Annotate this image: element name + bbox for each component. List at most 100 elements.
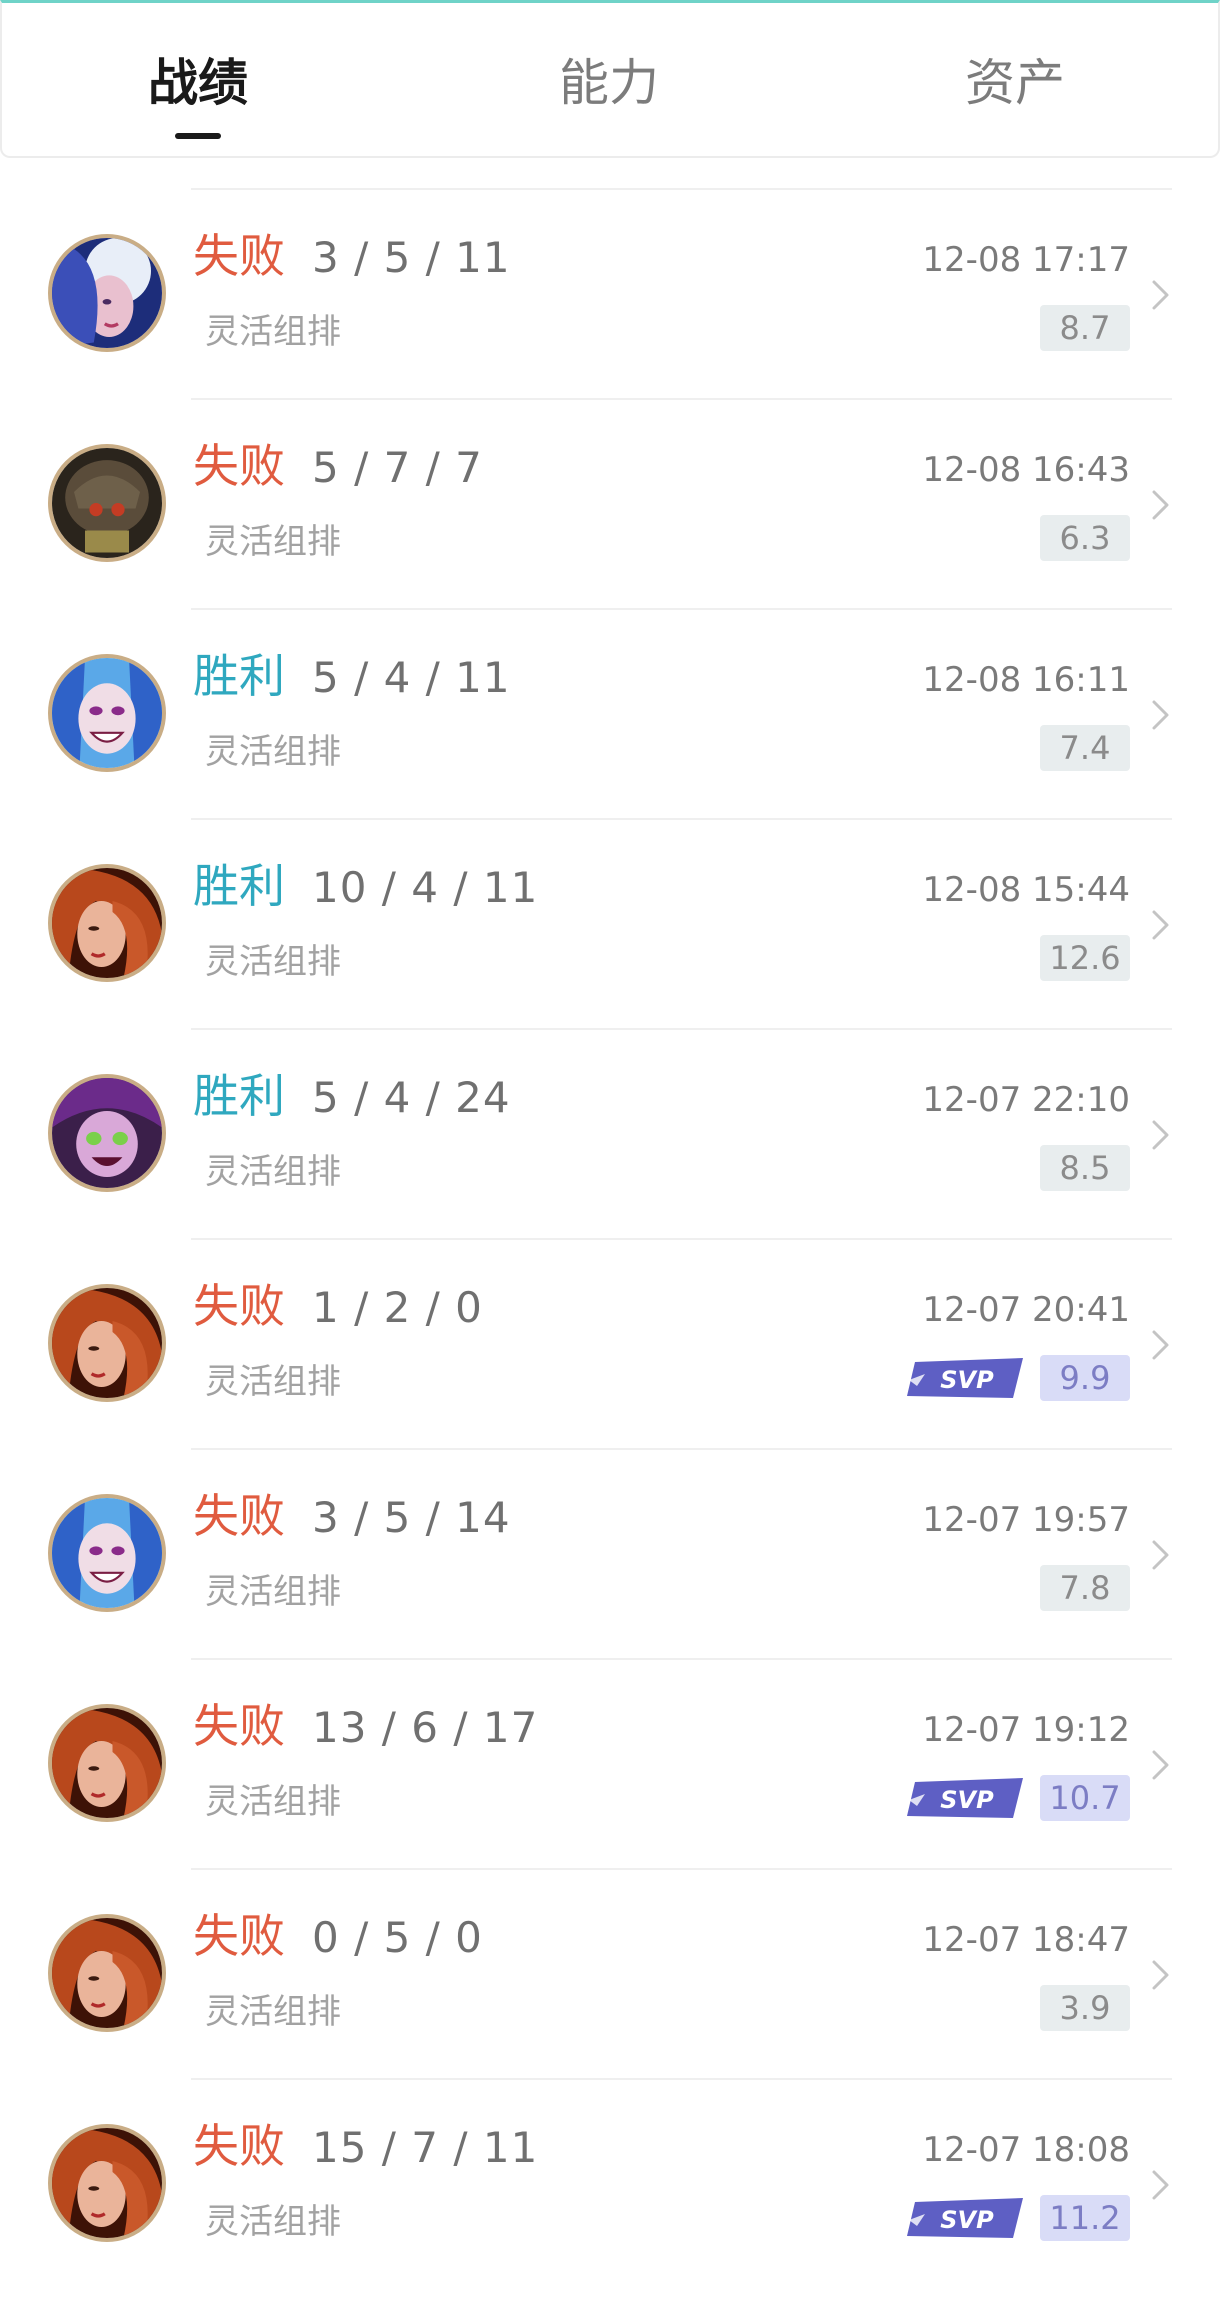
chevron-right-icon [1152, 1960, 1169, 1990]
kda-stats: 3 / 5 / 14 [312, 1493, 511, 1542]
match-score: 8.7 [1040, 305, 1130, 351]
tab-ability-label: 能力 [559, 54, 659, 112]
queue-mode: 灵活组排 [205, 1152, 341, 1192]
queue-mode: 灵活组排 [205, 1782, 341, 1822]
match-row[interactable]: 失败 5 / 7 / 7 灵活组排 12-08 16:43 6.3 [0, 398, 1220, 608]
tab-assets-label: 资产 [965, 54, 1065, 112]
miss-fortune-avatar-icon [52, 1918, 162, 2028]
match-row[interactable]: 失败 1 / 2 / 0 灵活组排 12-07 20:41 9.9 SVP [0, 1238, 1220, 1448]
queue-mode: 灵活组排 [205, 942, 341, 982]
match-result: 胜利 [193, 1069, 285, 1123]
row-divider [191, 188, 1172, 190]
match-result: 胜利 [193, 859, 285, 913]
match-result: 失败 [193, 1699, 285, 1753]
match-score: 8.5 [1040, 1145, 1130, 1191]
champion-avatar [48, 234, 166, 352]
jinx-avatar-icon [52, 658, 162, 768]
queue-mode: 灵活组排 [205, 312, 341, 352]
jinx-avatar-icon [52, 1498, 162, 1608]
chevron-right-icon [1152, 700, 1169, 730]
row-divider [191, 1868, 1172, 1870]
queue-mode: 灵活组排 [205, 2202, 341, 2242]
match-time: 12-08 16:43 [922, 450, 1130, 490]
champion-avatar [48, 1914, 166, 2032]
match-time: 12-08 16:11 [922, 660, 1130, 700]
tab-bar: 战绩 能力 资产 [0, 0, 1220, 158]
champion-avatar [48, 444, 166, 562]
match-time: 12-07 18:47 [922, 1920, 1130, 1960]
kda-stats: 15 / 7 / 11 [312, 2123, 539, 2172]
tab-record[interactable]: 战绩 [68, 43, 328, 139]
champion-avatar [48, 1704, 166, 1822]
row-divider [191, 2078, 1172, 2080]
row-divider [191, 398, 1172, 400]
row-divider [191, 608, 1172, 610]
champion-avatar [48, 1074, 166, 1192]
chevron-right-icon [1152, 490, 1169, 520]
match-score: 7.4 [1040, 725, 1130, 771]
match-result: 失败 [193, 1279, 285, 1333]
row-divider [191, 1028, 1172, 1030]
chevron-right-icon [1152, 910, 1169, 940]
tab-active-indicator [175, 133, 221, 139]
miss-fortune-avatar-icon [52, 1288, 162, 1398]
queue-mode: 灵活组排 [205, 1362, 341, 1402]
kda-stats: 10 / 4 / 11 [312, 863, 539, 912]
match-score: 10.7 [1040, 1775, 1130, 1821]
champion-avatar [48, 864, 166, 982]
miss-fortune-avatar-icon [52, 868, 162, 978]
match-time: 12-07 19:12 [922, 1710, 1130, 1750]
dark-helmet-avatar-icon [52, 448, 162, 558]
tab-ability[interactable]: 能力 [479, 43, 739, 123]
kda-stats: 0 / 5 / 0 [312, 1913, 483, 1962]
svg-text:SVP: SVP [940, 1786, 994, 1814]
row-divider [191, 1448, 1172, 1450]
match-result: 胜利 [193, 649, 285, 703]
match-row[interactable]: 胜利 5 / 4 / 24 灵活组排 12-07 22:10 8.5 [0, 1028, 1220, 1238]
match-score: 12.6 [1040, 935, 1130, 981]
match-row[interactable]: 失败 13 / 6 / 17 灵活组排 12-07 19:12 10.7 SVP [0, 1658, 1220, 1868]
row-divider [191, 1238, 1172, 1240]
match-row[interactable]: 胜利 10 / 4 / 11 灵活组排 12-08 15:44 12.6 [0, 818, 1220, 1028]
row-divider [191, 818, 1172, 820]
tab-record-label: 战绩 [148, 54, 248, 112]
chevron-right-icon [1152, 1540, 1169, 1570]
svg-text:SVP: SVP [940, 1366, 994, 1394]
miss-fortune-avatar-icon [52, 2128, 162, 2238]
svp-badge-icon: SVP [905, 2194, 1025, 2242]
kda-stats: 3 / 5 / 11 [312, 233, 511, 282]
kda-stats: 5 / 7 / 7 [312, 443, 483, 492]
row-divider [191, 1658, 1172, 1660]
miss-fortune-avatar-icon [52, 1708, 162, 1818]
svg-text:SVP: SVP [940, 2206, 994, 2234]
queue-mode: 灵活组排 [205, 1992, 341, 2032]
champion-avatar [48, 2124, 166, 2242]
chevron-right-icon [1152, 1330, 1169, 1360]
kda-stats: 5 / 4 / 24 [312, 1073, 511, 1122]
kda-stats: 1 / 2 / 0 [312, 1283, 483, 1332]
champion-avatar [48, 654, 166, 772]
match-score: 3.9 [1040, 1985, 1130, 2031]
kda-stats: 13 / 6 / 17 [312, 1703, 539, 1752]
match-row[interactable]: 失败 3 / 5 / 11 灵活组排 12-08 17:17 8.7 [0, 188, 1220, 398]
chevron-right-icon [1152, 1120, 1169, 1150]
svp-badge-icon: SVP [905, 1774, 1025, 1822]
match-time: 12-08 17:17 [922, 240, 1130, 280]
match-row[interactable]: 失败 3 / 5 / 14 灵活组排 12-07 19:57 7.8 [0, 1448, 1220, 1658]
match-result: 失败 [193, 229, 285, 283]
champion-avatar [48, 1284, 166, 1402]
match-row[interactable]: 胜利 5 / 4 / 11 灵活组排 12-08 16:11 7.4 [0, 608, 1220, 818]
chevron-right-icon [1152, 280, 1169, 310]
match-time: 12-08 15:44 [922, 870, 1130, 910]
match-result: 失败 [193, 439, 285, 493]
match-row[interactable]: 失败 15 / 7 / 11 灵活组排 12-07 18:08 11.2 SVP [0, 2078, 1220, 2288]
match-time: 12-07 22:10 [922, 1080, 1130, 1120]
tab-assets[interactable]: 资产 [885, 43, 1145, 123]
svp-badge-icon: SVP [905, 1354, 1025, 1402]
match-row[interactable]: 失败 0 / 5 / 0 灵活组排 12-07 18:47 3.9 [0, 1868, 1220, 2078]
match-score: 9.9 [1040, 1355, 1130, 1401]
champion-avatar [48, 1494, 166, 1612]
chevron-right-icon [1152, 1750, 1169, 1780]
chevron-right-icon [1152, 2170, 1169, 2200]
match-result: 失败 [193, 1489, 285, 1543]
